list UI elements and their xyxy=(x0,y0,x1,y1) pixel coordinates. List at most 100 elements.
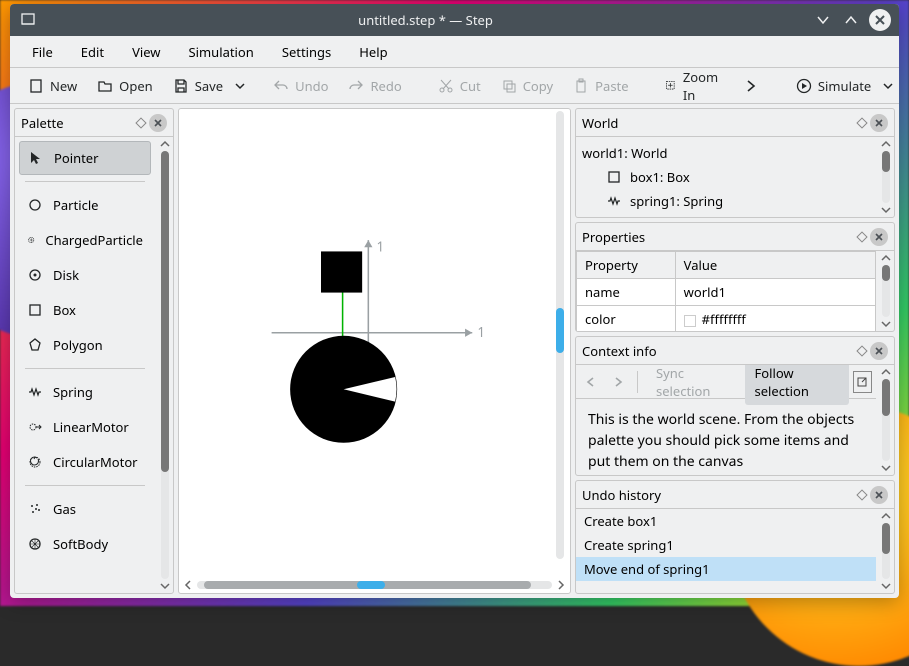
prop-name[interactable]: color xyxy=(577,306,676,332)
panel-float-icon[interactable] xyxy=(856,489,867,500)
open-button[interactable]: Open xyxy=(89,73,161,99)
paste-icon xyxy=(573,78,589,94)
simulate-button[interactable]: Simulate xyxy=(788,73,879,99)
prop-name[interactable]: name xyxy=(577,279,676,306)
palette-item-box[interactable]: Box xyxy=(19,293,151,327)
panel-close-icon[interactable] xyxy=(870,486,888,504)
context-header[interactable]: Context info xyxy=(576,337,894,365)
spring-icon xyxy=(27,384,43,400)
palette-item-label: Particle xyxy=(53,196,99,214)
undo-icon xyxy=(273,78,289,94)
world-scrollbar[interactable] xyxy=(878,137,894,217)
minimize-button[interactable] xyxy=(813,10,833,30)
redo-label: Redo xyxy=(370,77,401,95)
tree-item-spring1[interactable]: spring1: Spring xyxy=(582,189,870,213)
tree-item-box1[interactable]: box1: Box xyxy=(582,165,870,189)
palette-separator xyxy=(25,368,145,369)
maximize-button[interactable] xyxy=(841,10,861,30)
tree-root[interactable]: world1: World xyxy=(582,141,870,165)
copy-icon xyxy=(501,78,517,94)
polygon-icon xyxy=(27,337,43,353)
palette-item-label: LinearMotor xyxy=(53,418,129,436)
cut-button[interactable]: Cut xyxy=(430,73,489,99)
zoom-in-icon xyxy=(665,78,677,94)
scroll-up-icon[interactable] xyxy=(157,137,173,151)
palette-item-label: CircularMotor xyxy=(53,453,138,471)
palette-item-charged-particle[interactable]: ChargedParticle xyxy=(19,223,151,257)
save-button[interactable]: Save xyxy=(165,73,231,99)
undo-header[interactable]: Undo history xyxy=(576,481,894,509)
panel-close-icon[interactable] xyxy=(870,342,888,360)
world-header[interactable]: World xyxy=(576,109,894,137)
palette-item-pointer[interactable]: Pointer xyxy=(19,141,151,175)
toolbar: New Open Save Undo Redo Cut Copy xyxy=(10,68,899,104)
redo-button[interactable]: Redo xyxy=(340,73,409,99)
canvas[interactable]: 1 1 xyxy=(179,109,570,577)
properties-table[interactable]: Property Value name world1 color #ffffff… xyxy=(576,251,876,331)
copy-button[interactable]: Copy xyxy=(493,73,561,99)
menu-help[interactable]: Help xyxy=(347,39,399,65)
charged-particle-icon xyxy=(27,232,35,248)
open-label: Open xyxy=(119,77,153,95)
canvas-area[interactable]: 1 1 xyxy=(178,108,571,594)
palette-item-gas[interactable]: Gas xyxy=(19,492,151,526)
prop-value[interactable]: #ffffffff xyxy=(675,306,875,332)
app-icon xyxy=(18,10,38,30)
canvas-vscrollbar[interactable] xyxy=(552,111,568,559)
simulate-label: Simulate xyxy=(818,77,871,95)
softbody-icon xyxy=(27,536,43,552)
panel-close-icon[interactable] xyxy=(870,228,888,246)
context-scrollbar[interactable] xyxy=(878,365,894,475)
palette-item-spring[interactable]: Spring xyxy=(19,375,151,409)
menu-simulation[interactable]: Simulation xyxy=(177,39,266,65)
palette-item-disk[interactable]: Disk xyxy=(19,258,151,292)
col-property[interactable]: Property xyxy=(577,252,676,279)
simulate-dropdown-icon[interactable] xyxy=(883,81,893,91)
menu-settings[interactable]: Settings xyxy=(270,39,343,65)
panel-float-icon[interactable] xyxy=(856,345,867,356)
properties-header[interactable]: Properties xyxy=(576,223,894,251)
undo-button[interactable]: Undo xyxy=(265,73,336,99)
canvas-hscrollbar[interactable] xyxy=(179,577,570,593)
panel-float-icon[interactable] xyxy=(856,231,867,242)
undo-item[interactable]: Move end of spring1 xyxy=(576,557,876,581)
paste-button[interactable]: Paste xyxy=(565,73,636,99)
play-icon xyxy=(796,78,812,94)
palette-item-linear-motor[interactable]: LinearMotor xyxy=(19,410,151,444)
save-dropdown-icon[interactable] xyxy=(235,81,245,91)
prop-value[interactable]: world1 xyxy=(675,279,875,306)
palette-item-particle[interactable]: Particle xyxy=(19,188,151,222)
ctx-detach-button[interactable] xyxy=(853,371,872,393)
menu-view[interactable]: View xyxy=(120,39,172,65)
undo-item[interactable]: Create box1 xyxy=(576,509,876,533)
palette-item-circular-motor[interactable]: CircularMotor xyxy=(19,445,151,479)
spring-icon xyxy=(606,193,622,209)
toolbar-overflow-icon[interactable] xyxy=(734,79,768,93)
properties-scrollbar[interactable] xyxy=(878,251,894,331)
undo-item[interactable]: Create spring1 xyxy=(576,533,876,557)
panel-float-icon[interactable] xyxy=(135,117,146,128)
palette-item-polygon[interactable]: Polygon xyxy=(19,328,151,362)
titlebar[interactable]: untitled.step * — Step xyxy=(10,4,899,36)
undo-scrollbar[interactable] xyxy=(878,509,894,593)
zoom-in-button[interactable]: Zoom In xyxy=(657,64,730,108)
scroll-right-icon[interactable] xyxy=(554,580,568,590)
col-value[interactable]: Value xyxy=(675,252,875,279)
palette-item-label: Pointer xyxy=(54,149,99,167)
panel-close-icon[interactable] xyxy=(149,114,167,132)
menu-file[interactable]: File xyxy=(20,39,65,65)
panel-float-icon[interactable] xyxy=(856,117,867,128)
panel-close-icon[interactable] xyxy=(870,114,888,132)
menu-edit[interactable]: Edit xyxy=(69,39,116,65)
properties-panel: Properties Property Value name world1 xyxy=(575,222,895,332)
linear-motor-icon xyxy=(27,419,43,435)
scroll-left-icon[interactable] xyxy=(181,580,195,590)
close-button[interactable] xyxy=(869,9,891,31)
ctx-back-button[interactable] xyxy=(580,369,603,395)
palette-header[interactable]: Palette xyxy=(15,109,173,137)
new-button[interactable]: New xyxy=(20,73,85,99)
scroll-down-icon[interactable] xyxy=(157,579,173,593)
palette-scrollbar[interactable] xyxy=(157,137,173,593)
palette-item-softbody[interactable]: SoftBody xyxy=(19,527,151,561)
ctx-forward-button[interactable] xyxy=(607,369,630,395)
